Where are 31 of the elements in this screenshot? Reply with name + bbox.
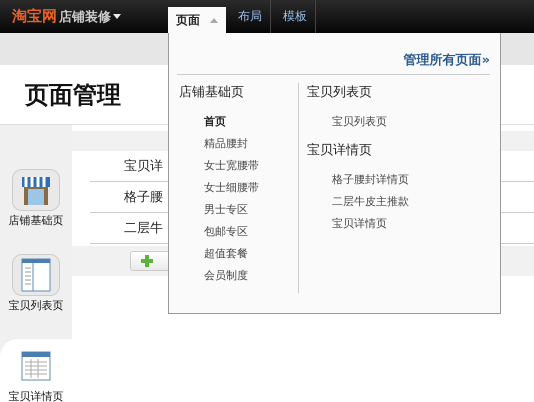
page-link[interactable]: 超值套餐 [179,243,298,265]
page-link[interactable]: 宝贝详情页 [307,213,409,235]
group-title: 宝贝详情页 [307,142,373,159]
page-name: 格子腰 [124,189,163,206]
page-link[interactable]: 会员制度 [179,265,298,287]
page-link[interactable]: 宝贝列表页 [307,111,409,133]
list-layout-icon [21,258,51,292]
page-link[interactable]: 包邮专区 [179,221,298,243]
page-link[interactable]: 首页 [179,111,298,133]
table-layout-icon [21,351,51,381]
page-name: 宝贝详 [124,158,163,175]
page-link[interactable]: 女士宽腰带 [179,155,298,177]
sidebar-item[interactable]: 宝贝列表页 [0,248,72,319]
page-title: 页面管理 [25,80,121,110]
page-link[interactable]: 女士细腰带 [179,177,298,199]
sidebar-item[interactable]: 宝贝详情页 [0,339,72,402]
page-link[interactable]: 精品腰封 [179,133,298,155]
page-link[interactable]: 二层牛皮主推款 [307,191,409,213]
sidebar-item[interactable]: 店铺基础页 [0,163,72,234]
nav-tab[interactable]: 页面 [168,7,226,33]
caret-icon [210,18,218,22]
page-name: 二层牛 [124,220,163,237]
group-title: 宝贝列表页 [307,84,373,101]
product-name[interactable]: 店铺装修 [59,8,111,26]
plus-icon [141,255,153,267]
group-title: 店铺基础页 [179,84,245,101]
manage-pages-link[interactable]: 管理所有页面» [404,51,490,69]
page-link[interactable]: 男士专区 [179,199,298,221]
page-link[interactable]: 格子腰封详情页 [307,169,409,191]
caret-icon[interactable] [113,14,121,19]
logo[interactable]: 淘宝网 [12,7,57,26]
